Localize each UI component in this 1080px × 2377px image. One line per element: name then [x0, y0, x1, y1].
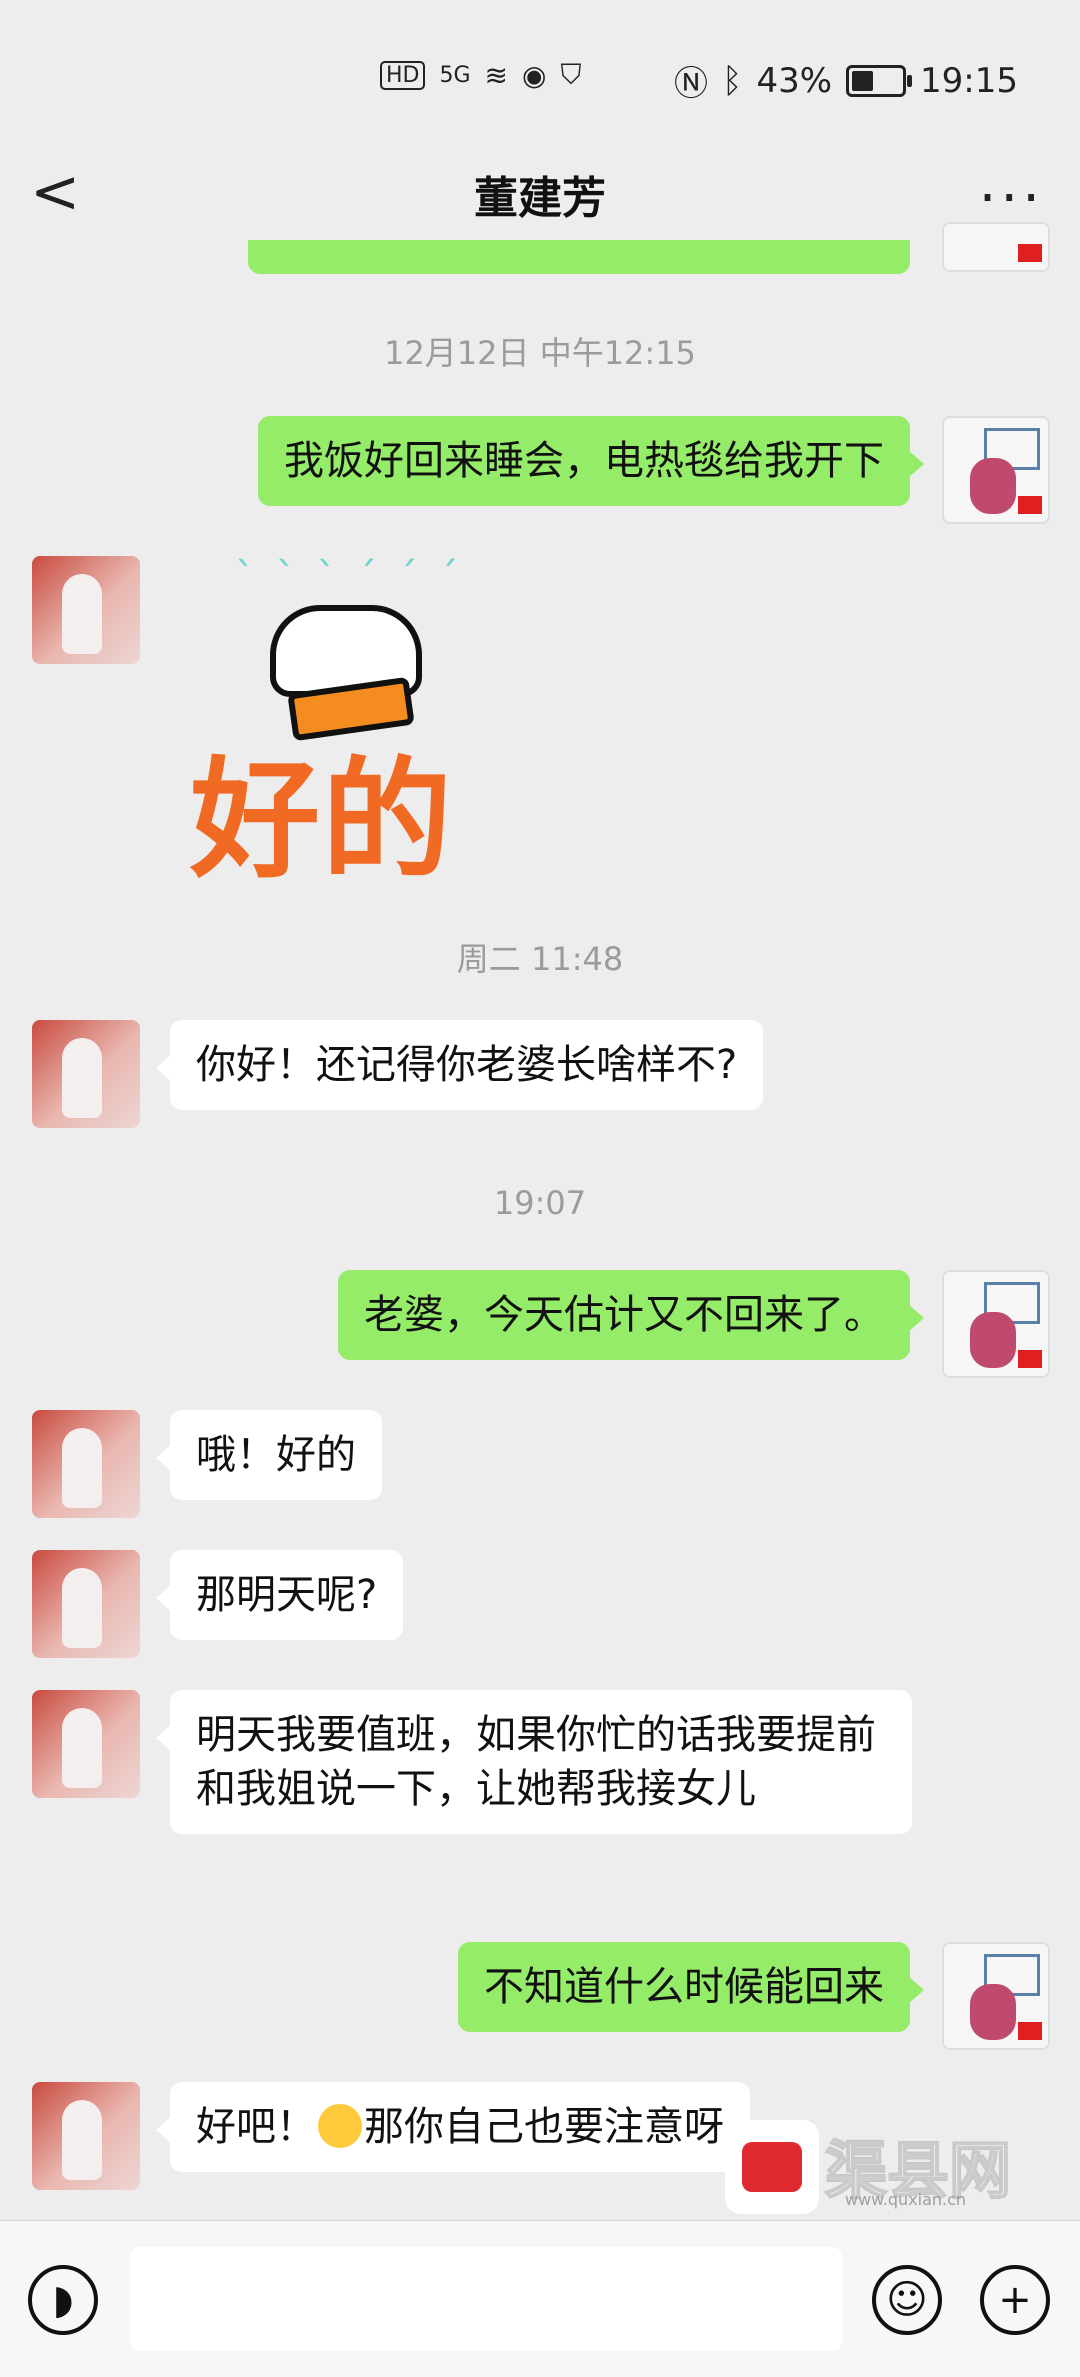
timestamp: 12月12日 中午12:15 [384, 334, 696, 372]
message-incoming[interactable]: 好吧！ 那你自己也要注意呀 [156, 2082, 750, 2172]
self-avatar[interactable] [942, 1942, 1050, 2050]
clock: 19:15 [920, 60, 1018, 101]
contact-avatar[interactable] [32, 1690, 140, 1798]
site-watermark: 渠县网 www.quxian.cn [725, 2120, 1065, 2214]
more-options-icon[interactable]: ... [979, 150, 1044, 215]
wifi-icon: ≋ [484, 58, 508, 92]
battery-percent: 43% [756, 60, 833, 101]
message-incoming[interactable]: 哦！好的 [156, 1410, 382, 1500]
chat-title: 董建芳 [474, 173, 606, 224]
self-avatar[interactable] [942, 416, 1050, 524]
flag-icon [1018, 1350, 1042, 1368]
figure-shape [62, 574, 102, 654]
nfc-icon: Ⓝ [674, 64, 709, 104]
smile-icon[interactable]: ☺ [872, 2265, 942, 2335]
message-outgoing[interactable]: 老婆，今天估计又不回来了。 [338, 1270, 924, 1360]
self-avatar[interactable] [942, 1270, 1050, 1378]
battery-icon [846, 64, 913, 97]
message-input[interactable] [130, 2247, 842, 2351]
sticker-message[interactable]: ˋ ˋ ˋ ˊ ˊ ˊ 好的 [190, 555, 480, 896]
status-left-icons: HD 5G ≋ ◉ ⛉ [380, 58, 581, 92]
contact-avatar[interactable] [32, 2082, 140, 2190]
flag-icon [1018, 496, 1042, 514]
figure-shape [62, 2100, 102, 2180]
flag-icon [1018, 244, 1042, 262]
timestamp: 19:07 [493, 1184, 587, 1222]
message-text: 那你自己也要注意呀 [364, 2104, 724, 2150]
figure-shape [62, 1428, 102, 1508]
message-incoming[interactable]: 明天我要值班，如果你忙的话我要提前和我姐说一下，让她帮我接女儿 [156, 1690, 912, 1834]
contact-avatar[interactable] [32, 1550, 140, 1658]
chat-header: < 董建芳 ... [0, 150, 1080, 240]
partial-message-bubble[interactable] [248, 240, 910, 274]
kid-shape [970, 458, 1016, 514]
kid-shape [970, 1984, 1016, 2040]
timestamp: 周二 11:48 [456, 940, 624, 978]
status-bar: HD 5G ≋ ◉ ⛉ Ⓝ ᛒ 43% 19:15 [0, 0, 1080, 150]
sparkle-icon: ˋ ˋ ˋ ˊ ˊ ˊ [235, 555, 463, 601]
contact-avatar[interactable] [32, 1410, 140, 1518]
flag-icon [1018, 2022, 1042, 2040]
figure-shape [62, 1038, 102, 1118]
input-bar: ◗ ☺ + [0, 2220, 1080, 2377]
watermark-logo-icon [725, 2120, 819, 2214]
contact-avatar[interactable] [32, 1020, 140, 1128]
message-outgoing[interactable]: 我饭好回来睡会，电热毯给我开下 [258, 416, 924, 506]
watermark-url: www.quxian.cn [845, 2190, 967, 2209]
self-avatar[interactable] [942, 222, 1050, 272]
message-incoming[interactable]: 那明天呢? [155, 1550, 404, 1640]
message-outgoing[interactable]: 不知道什么时候能回来 [458, 1942, 924, 2032]
figure-shape [62, 1708, 102, 1788]
battery-fill [852, 70, 874, 91]
plus-icon[interactable]: + [980, 2265, 1050, 2335]
laugh-cry-emoji-icon [318, 2104, 362, 2148]
hd-badge: HD [380, 60, 426, 90]
contact-avatar[interactable] [32, 556, 140, 664]
voice-icon[interactable]: ◗ [28, 2265, 98, 2335]
status-right: Ⓝ ᛒ 43% 19:15 [674, 56, 1018, 105]
kid-shape [970, 1312, 1016, 1368]
sticker-text: 好的 [190, 744, 455, 896]
signal-icon: 5G [439, 62, 471, 88]
message-text: 好吧！ [196, 2104, 316, 2150]
bluetooth-icon: ᛒ [722, 60, 743, 101]
message-incoming[interactable]: 你好！还记得你老婆长啥样不? [155, 1020, 764, 1110]
figure-shape [62, 1568, 102, 1648]
shield-icon: ⛉ [560, 58, 582, 91]
location-icon: ◉ [522, 58, 547, 92]
